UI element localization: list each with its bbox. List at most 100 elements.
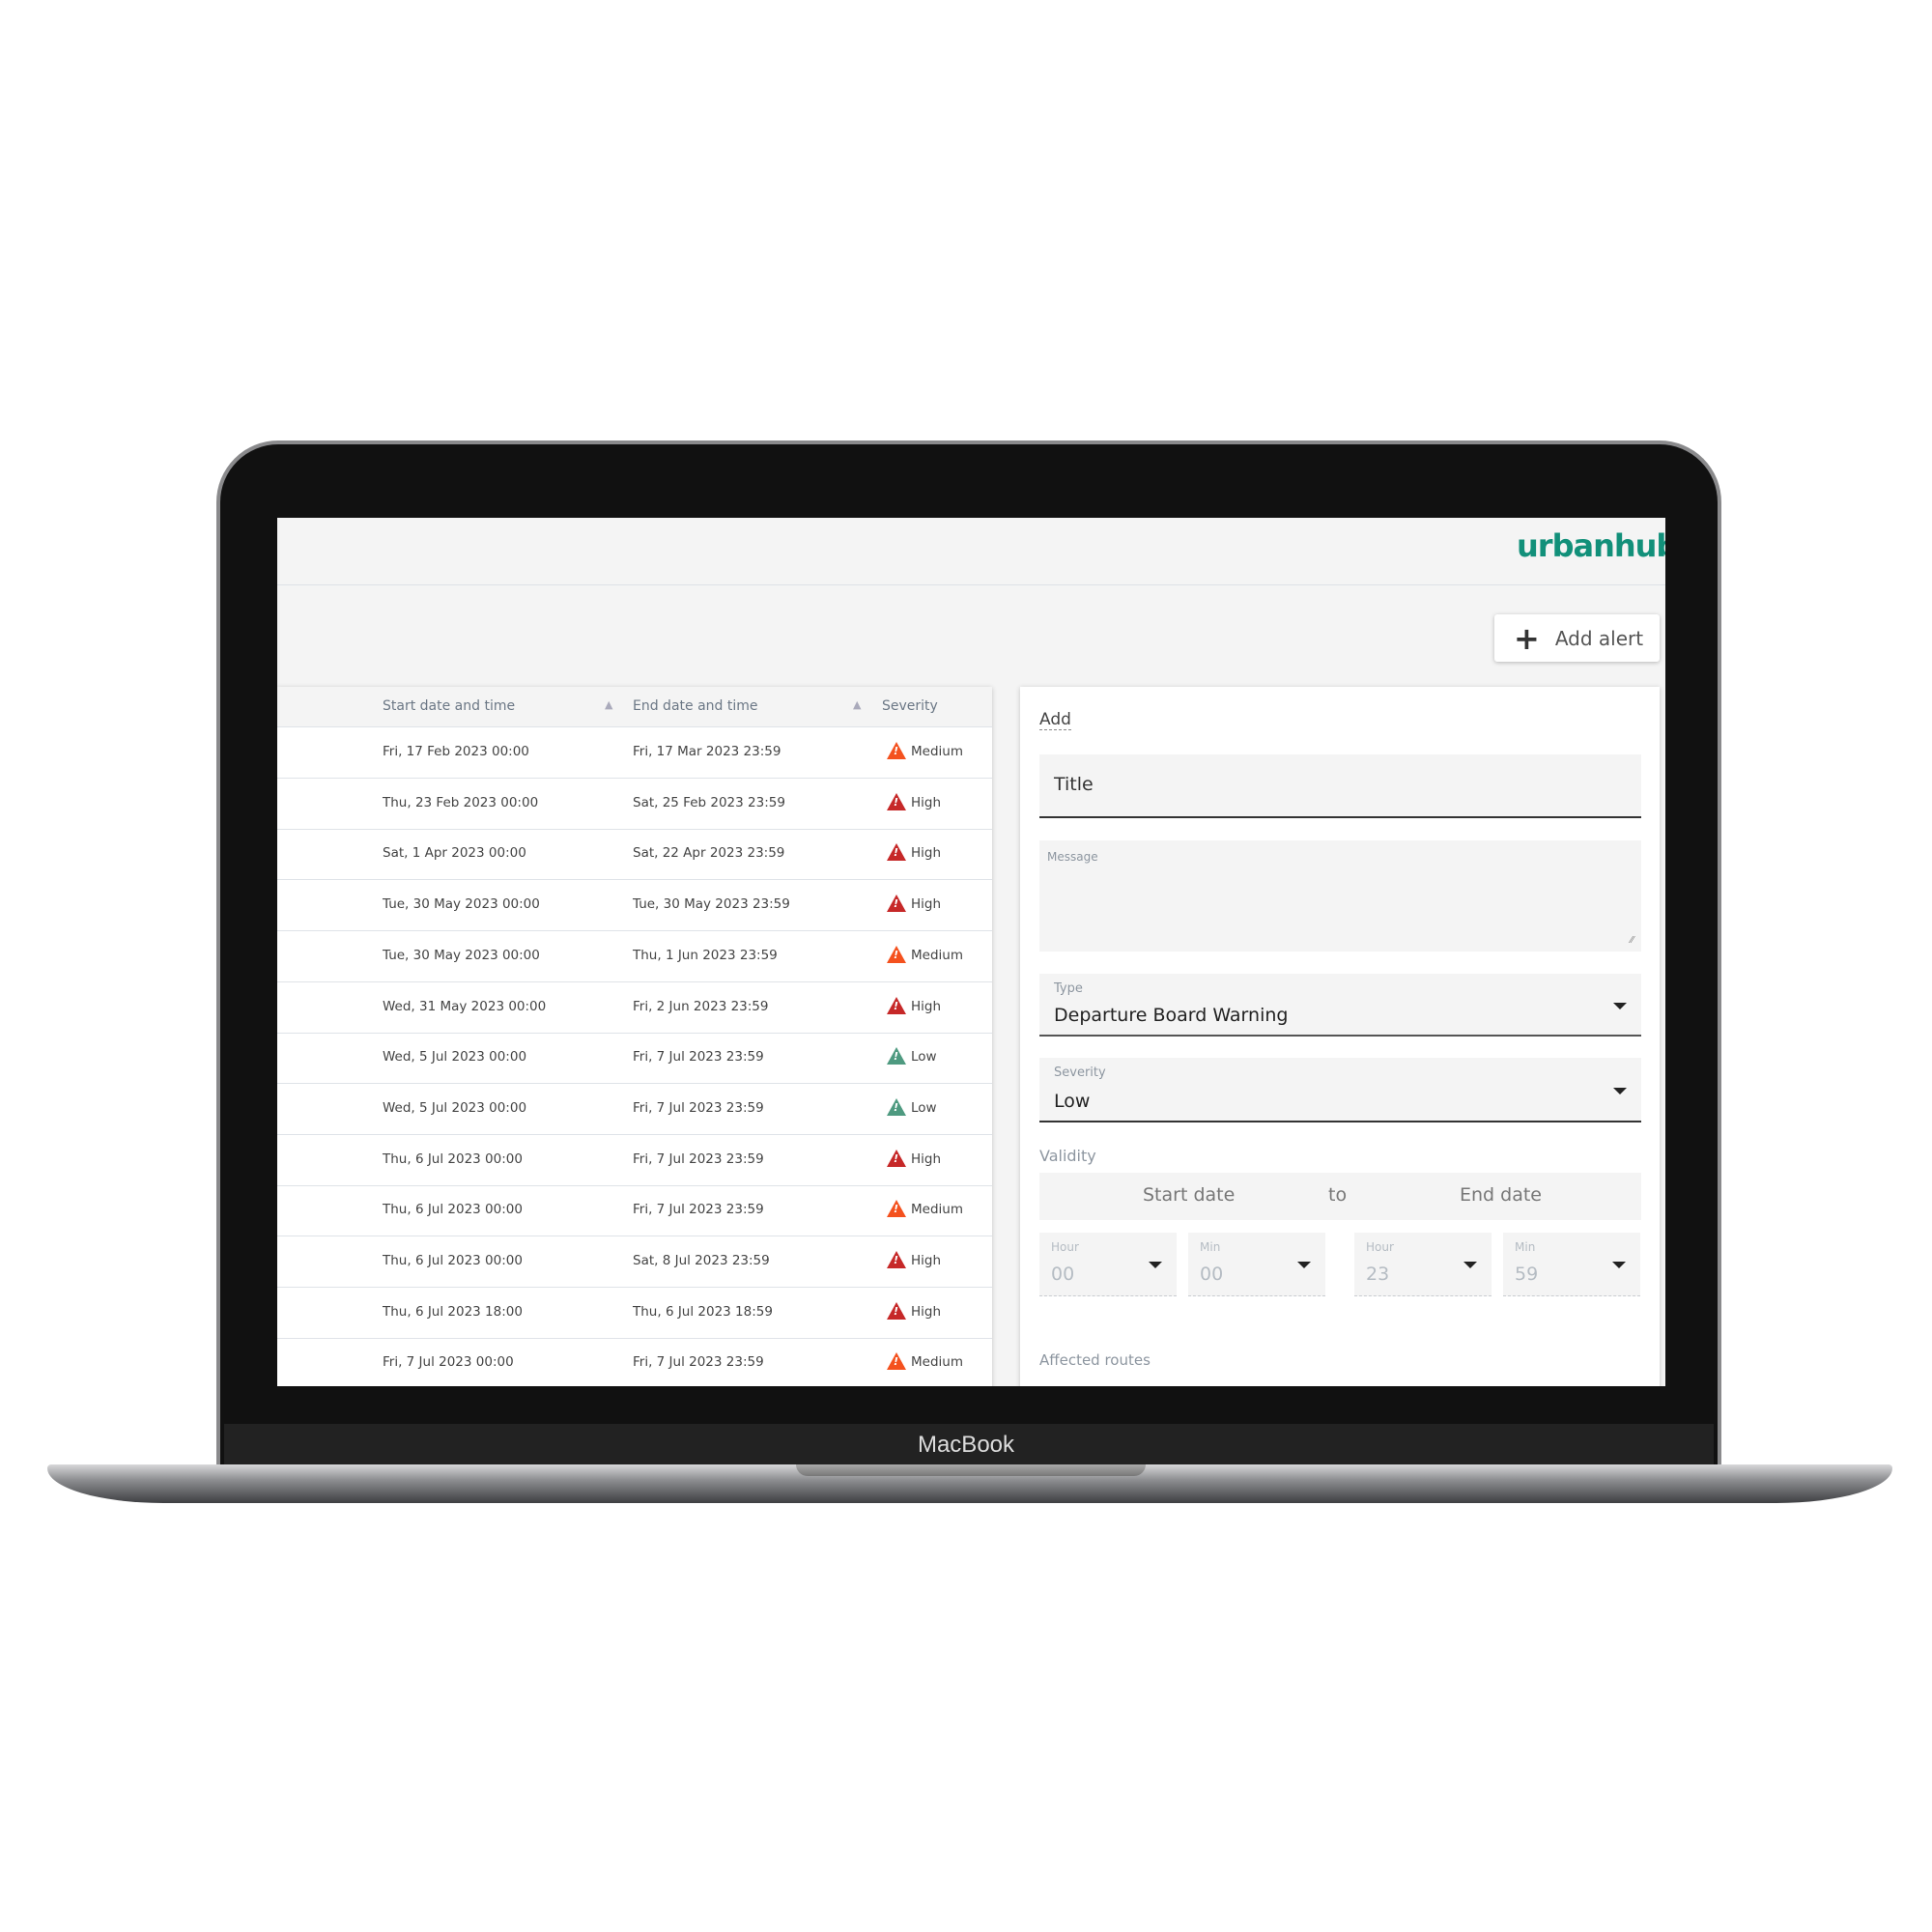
start-cell: Thu, 6 Jul 2023 00:00 — [383, 1253, 523, 1268]
severity-cell: Medium — [911, 1354, 963, 1371]
start-cell: Fri, 17 Feb 2023 00:00 — [383, 744, 529, 759]
table-row[interactable]: Thu, 23 Feb 2023 00:00 Sat, 25 Feb 2023 … — [277, 779, 992, 830]
warning-icon — [887, 1200, 906, 1218]
chevron-down-icon — [1613, 1088, 1627, 1094]
end-cell: Fri, 7 Jul 2023 23:59 — [633, 1151, 764, 1167]
chevron-down-icon — [1612, 1262, 1626, 1268]
table-row[interactable]: Thu, 6 Jul 2023 00:00 Sat, 8 Jul 2023 23… — [277, 1236, 992, 1288]
warning-icon — [887, 742, 906, 759]
warning-icon — [887, 1301, 906, 1320]
time-label: Min — [1515, 1240, 1536, 1254]
table-row[interactable]: Wed, 31 May 2023 00:00 Fri, 2 Jun 2023 2… — [277, 982, 992, 1034]
chevron-down-icon — [1297, 1262, 1311, 1268]
warning-icon — [887, 1149, 906, 1167]
add-alert-form: Add Title Message ⁄⁄ Type Departure Boar… — [1020, 687, 1660, 1386]
start-cell: Tue, 30 May 2023 00:00 — [383, 947, 540, 963]
validity-label: Validity — [1039, 1147, 1096, 1165]
severity-cell: Low — [911, 1099, 937, 1116]
date-range-picker[interactable]: Start date to End date — [1039, 1173, 1641, 1220]
sort-icon[interactable]: ▲ — [853, 698, 861, 711]
time-label: Hour — [1051, 1240, 1079, 1254]
table-row[interactable]: Thu, 6 Jul 2023 00:00 Fri, 7 Jul 2023 23… — [277, 1185, 992, 1237]
warning-icon — [887, 843, 906, 862]
warning-icon — [887, 1047, 906, 1065]
device-brand: MacBook — [917, 1432, 1015, 1458]
table-row[interactable]: Fri, 17 Feb 2023 00:00 Fri, 17 Mar 2023 … — [277, 727, 992, 779]
time-value: 00 — [1051, 1264, 1075, 1285]
table-row[interactable]: Tue, 30 May 2023 00:00 Tue, 30 May 2023 … — [277, 880, 992, 932]
end-cell: Sat, 8 Jul 2023 23:59 — [633, 1253, 770, 1268]
table-row[interactable]: Fri, 7 Jul 2023 00:00 Fri, 7 Jul 2023 23… — [277, 1338, 992, 1386]
sort-icon[interactable]: ▲ — [605, 698, 612, 711]
end-cell: Fri, 2 Jun 2023 23:59 — [633, 998, 769, 1014]
severity-cell: Low — [911, 1049, 937, 1065]
plus-icon: + — [1514, 619, 1540, 657]
severity-cell: Medium — [911, 1202, 963, 1218]
urbanhub-logo: urbanhub — [1517, 527, 1665, 564]
type-select[interactable]: Type Departure Board Warning — [1039, 974, 1641, 1037]
table-row[interactable]: Thu, 6 Jul 2023 00:00 Fri, 7 Jul 2023 23… — [277, 1135, 992, 1186]
table-row[interactable]: Wed, 5 Jul 2023 00:00 Fri, 7 Jul 2023 23… — [277, 1033, 992, 1085]
time-value: 00 — [1200, 1264, 1224, 1285]
severity-label: Severity — [1054, 1065, 1106, 1080]
end-cell: Fri, 7 Jul 2023 23:59 — [633, 1049, 764, 1065]
end-cell: Fri, 7 Jul 2023 23:59 — [633, 1354, 764, 1371]
message-label: Message — [1047, 850, 1098, 864]
chevron-down-icon — [1149, 1262, 1162, 1268]
affected-routes-label: Affected routes — [1039, 1351, 1151, 1369]
time-label: Hour — [1366, 1240, 1394, 1254]
start-date-input[interactable]: Start date — [1143, 1184, 1235, 1206]
start-cell: Thu, 6 Jul 2023 00:00 — [383, 1202, 523, 1218]
time-label: Min — [1200, 1240, 1221, 1254]
title-input[interactable]: Title — [1039, 754, 1641, 818]
time-value: 59 — [1515, 1264, 1539, 1285]
severity-cell: Medium — [911, 744, 963, 759]
start-cell: Wed, 5 Jul 2023 00:00 — [383, 1099, 527, 1116]
add-alert-label: Add alert — [1554, 626, 1644, 650]
severity-cell: Medium — [911, 947, 963, 963]
table-row[interactable]: Tue, 30 May 2023 00:00 Thu, 1 Jun 2023 2… — [277, 931, 992, 982]
end-cell: Sat, 22 Apr 2023 23:59 — [633, 845, 785, 862]
warning-icon — [887, 996, 906, 1014]
start-cell: Thu, 6 Jul 2023 18:00 — [383, 1303, 523, 1320]
minute-select[interactable]: Min 59 — [1503, 1233, 1640, 1296]
chevron-down-icon — [1463, 1262, 1477, 1268]
severity-cell: High — [911, 1253, 942, 1268]
header-divider — [277, 584, 1665, 585]
table-row[interactable]: Wed, 5 Jul 2023 00:00 Fri, 7 Jul 2023 23… — [277, 1084, 992, 1135]
message-textarea[interactable]: Message ⁄⁄ — [1039, 840, 1641, 952]
start-cell: Fri, 7 Jul 2023 00:00 — [383, 1354, 514, 1371]
table-row[interactable]: Sat, 1 Apr 2023 00:00 Sat, 22 Apr 2023 2… — [277, 829, 992, 881]
app-screen: urbanhub + Add alert Start date and time… — [277, 518, 1665, 1386]
severity-cell: High — [911, 896, 942, 913]
hour-select[interactable]: Hour 23 — [1354, 1233, 1492, 1296]
severity-value: Low — [1054, 1091, 1091, 1112]
start-cell: Wed, 5 Jul 2023 00:00 — [383, 1049, 527, 1065]
end-date-input[interactable]: End date — [1460, 1184, 1542, 1206]
minute-select[interactable]: Min 00 — [1188, 1233, 1325, 1296]
table-row[interactable]: Thu, 6 Jul 2023 18:00 Thu, 6 Jul 2023 18… — [277, 1288, 992, 1339]
end-cell: Fri, 7 Jul 2023 23:59 — [633, 1202, 764, 1218]
hour-select[interactable]: Hour 00 — [1039, 1233, 1177, 1296]
severity-cell: High — [911, 1151, 942, 1167]
title-placeholder: Title — [1054, 774, 1094, 795]
add-alert-button[interactable]: + Add alert — [1494, 614, 1660, 662]
warning-icon — [887, 945, 906, 963]
severity-cell: High — [911, 1303, 942, 1320]
start-cell: Sat, 1 Apr 2023 00:00 — [383, 845, 526, 862]
resize-handle-icon[interactable]: ⁄⁄ — [1631, 935, 1634, 946]
warning-icon — [887, 1097, 906, 1116]
warning-icon — [887, 1352, 906, 1371]
severity-cell: High — [911, 794, 942, 810]
end-cell: Fri, 17 Mar 2023 23:59 — [633, 744, 781, 759]
start-cell: Thu, 23 Feb 2023 00:00 — [383, 794, 539, 810]
severity-select[interactable]: Severity Low — [1039, 1058, 1641, 1122]
type-label: Type — [1054, 981, 1083, 996]
column-start[interactable]: Start date and time — [383, 698, 515, 714]
column-end[interactable]: End date and time — [633, 698, 758, 714]
chevron-down-icon — [1613, 1003, 1627, 1009]
form-heading: Add — [1039, 710, 1071, 730]
column-severity: Severity — [882, 698, 938, 714]
time-value: 23 — [1366, 1264, 1390, 1285]
severity-cell: High — [911, 845, 942, 862]
